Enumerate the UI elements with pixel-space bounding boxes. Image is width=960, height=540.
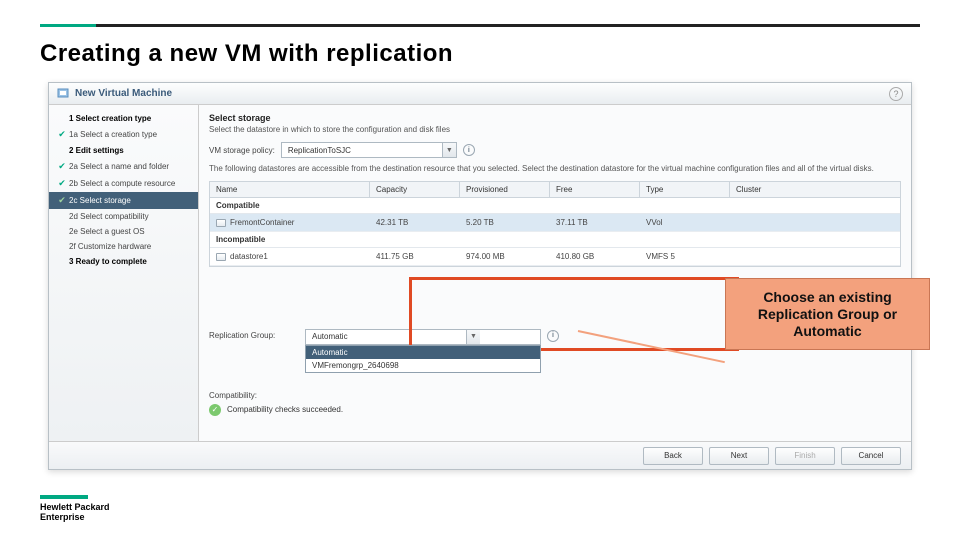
step-label: 1a Select a creation type — [69, 130, 157, 139]
storage-policy-label: VM storage policy: — [209, 146, 275, 155]
step-label: 2 Edit settings — [69, 146, 124, 155]
step-label: 3 Ready to complete — [69, 257, 147, 266]
step-label: 2b Select a compute resource — [69, 179, 175, 188]
col-type[interactable]: Type — [640, 182, 730, 197]
wizard-body: 1 Select creation type ✔1a Select a crea… — [49, 105, 911, 441]
cancel-button[interactable]: Cancel — [841, 447, 901, 465]
col-name[interactable]: Name — [210, 182, 370, 197]
step-label: 2e Select a guest OS — [69, 227, 145, 236]
replication-group-dropdown: Automatic VMFremongrp_2640698 — [305, 345, 541, 373]
wizard-header: New Virtual Machine ? — [49, 83, 911, 105]
wizard-content: Select storage Select the datastore in w… — [199, 105, 911, 441]
step-2f[interactable]: 2f Customize hardware — [49, 239, 198, 254]
datastore-grid: Name Capacity Provisioned Free Type Clus… — [209, 181, 901, 267]
slide-top-rule — [40, 24, 920, 27]
step-label: 2f Customize hardware — [69, 242, 151, 251]
step-1[interactable]: 1 Select creation type — [49, 111, 198, 126]
col-free[interactable]: Free — [550, 182, 640, 197]
compatibility-message: Compatibility checks succeeded. — [227, 405, 343, 414]
ds-prov: 974.00 MB — [460, 248, 550, 265]
ds-name: datastore1 — [230, 252, 268, 261]
step-label: 2d Select compatibility — [69, 212, 149, 221]
col-cluster[interactable]: Cluster — [730, 182, 900, 197]
new-vm-icon — [57, 88, 69, 100]
annotation-highlight — [409, 277, 739, 351]
datastore-desc: The following datastores are accessible … — [209, 164, 901, 175]
group-compatible: Compatible — [210, 198, 900, 214]
slide-title: Creating a new VM with replication — [40, 40, 453, 68]
wizard-title: New Virtual Machine — [75, 88, 172, 99]
hpe-logo-bar — [40, 495, 88, 499]
ds-type: VMFS 5 — [640, 248, 730, 265]
hpe-logo-text: Hewlett PackardEnterprise — [40, 503, 110, 522]
datastore-row[interactable]: FremontContainer 42.31 TB 5.20 TB 37.11 … — [210, 214, 900, 232]
dropdown-option[interactable]: VMFremongrp_2640698 — [306, 359, 540, 372]
step-2c[interactable]: ✔2c Select storage — [49, 192, 198, 209]
chevron-down-icon: ▼ — [442, 143, 456, 157]
col-capacity[interactable]: Capacity — [370, 182, 460, 197]
storage-policy-select[interactable]: ReplicationToSJC ▼ — [281, 142, 457, 158]
back-button[interactable]: Back — [643, 447, 703, 465]
success-icon: ✓ — [209, 404, 221, 416]
wizard-steps: 1 Select creation type ✔1a Select a crea… — [49, 105, 199, 441]
annotation-callout: Choose an existing Replication Group or … — [725, 278, 930, 350]
ds-cap: 42.31 TB — [370, 214, 460, 231]
info-icon[interactable]: i — [463, 144, 475, 156]
step-2a[interactable]: ✔2a Select a name and folder — [49, 158, 198, 175]
storage-policy-value: ReplicationToSJC — [282, 146, 442, 155]
storage-policy-row: VM storage policy: ReplicationToSJC ▼ i — [209, 142, 901, 158]
step-2[interactable]: 2 Edit settings — [49, 143, 198, 158]
content-title: Select storage — [209, 113, 901, 123]
ds-type: VVol — [640, 214, 730, 231]
ds-free: 410.80 GB — [550, 248, 640, 265]
help-icon[interactable]: ? — [889, 87, 903, 101]
step-1a[interactable]: ✔1a Select a creation type — [49, 126, 198, 143]
step-2d[interactable]: 2d Select compatibility — [49, 209, 198, 224]
group-incompatible: Incompatible — [210, 232, 900, 248]
finish-button: Finish — [775, 447, 835, 465]
step-2b[interactable]: ✔2b Select a compute resource — [49, 175, 198, 192]
wizard-footer: Back Next Finish Cancel — [49, 441, 911, 469]
datastore-row[interactable]: datastore1 411.75 GB 974.00 MB 410.80 GB… — [210, 248, 900, 266]
col-provisioned[interactable]: Provisioned — [460, 182, 550, 197]
slide-top-accent — [40, 24, 96, 27]
grid-header: Name Capacity Provisioned Free Type Clus… — [210, 182, 900, 198]
hpe-logo: Hewlett PackardEnterprise — [40, 495, 110, 522]
dropdown-option[interactable]: Automatic — [306, 346, 540, 359]
compatibility-row: Compatibility: — [209, 391, 901, 400]
compatibility-label: Compatibility: — [209, 391, 299, 400]
ds-cap: 411.75 GB — [370, 248, 460, 265]
content-subtitle: Select the datastore in which to store t… — [209, 125, 901, 134]
ds-name: FremontContainer — [230, 218, 294, 227]
step-label: 1 Select creation type — [69, 114, 151, 123]
replication-group-label: Replication Group: — [209, 331, 299, 340]
step-3[interactable]: 3 Ready to complete — [49, 254, 198, 269]
step-2e[interactable]: 2e Select a guest OS — [49, 224, 198, 239]
step-label: 2a Select a name and folder — [69, 162, 169, 171]
wizard-window: New Virtual Machine ? 1 Select creation … — [48, 82, 912, 470]
ds-prov: 5.20 TB — [460, 214, 550, 231]
datastore-icon — [216, 253, 226, 261]
datastore-icon — [216, 219, 226, 227]
next-button[interactable]: Next — [709, 447, 769, 465]
step-label: 2c Select storage — [69, 196, 131, 205]
ds-free: 37.11 TB — [550, 214, 640, 231]
